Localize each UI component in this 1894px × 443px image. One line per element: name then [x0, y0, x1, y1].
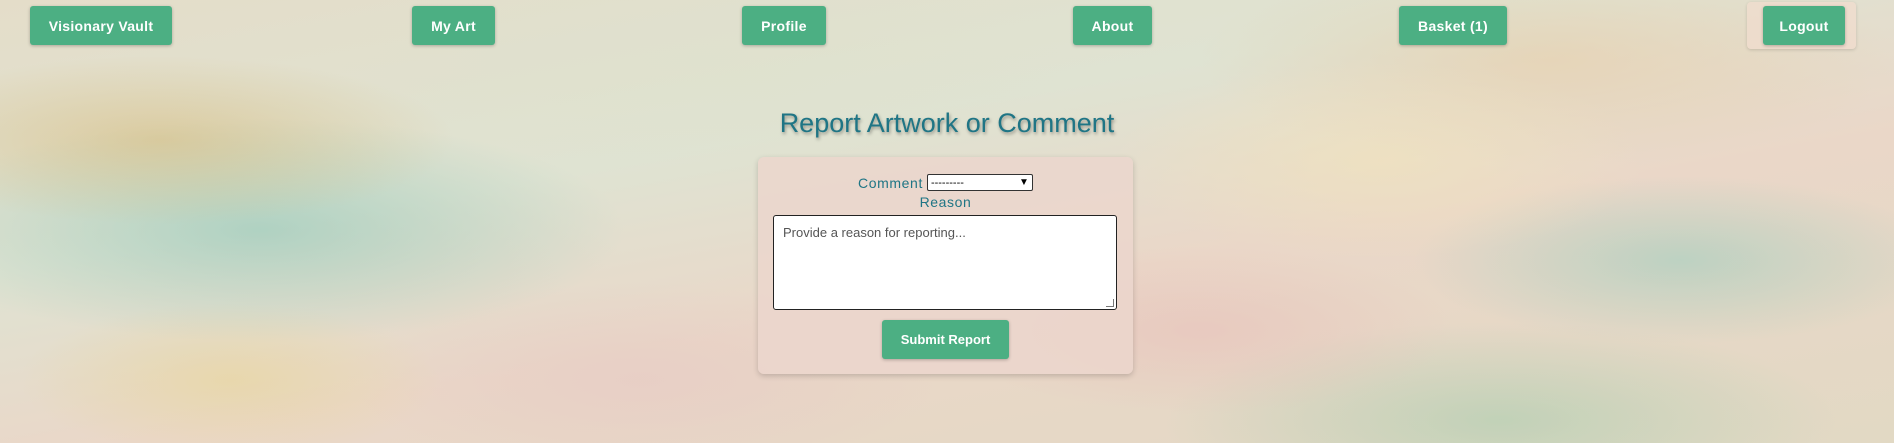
comment-select[interactable]: --------- ▼ [926, 174, 1033, 191]
nav-basket-button[interactable]: Basket (1) [1399, 6, 1507, 45]
reason-textarea[interactable]: Provide a reason for reporting... [773, 215, 1117, 310]
comment-label: Comment [858, 174, 923, 191]
comment-row: Comment --------- ▼ [758, 174, 1133, 191]
report-form-card: Comment --------- ▼ Reason Provide a rea… [758, 157, 1133, 374]
nav-brand-button[interactable]: Visionary Vault [30, 6, 172, 45]
nav-about-button[interactable]: About [1073, 6, 1152, 45]
nav-my-art-button[interactable]: My Art [412, 6, 495, 45]
reason-label: Reason [919, 194, 972, 210]
nav-profile-button[interactable]: Profile [742, 6, 826, 45]
logout-container: Logout [1747, 2, 1856, 49]
page-title: Report Artwork or Comment [779, 108, 1115, 138]
comment-select-value: --------- [930, 176, 964, 189]
reason-placeholder: Provide a reason for reporting... [783, 225, 966, 240]
chevron-down-icon: ▼ [1019, 177, 1029, 188]
resize-handle-icon[interactable] [1106, 299, 1114, 307]
submit-report-button[interactable]: Submit Report [882, 320, 1009, 359]
logout-button[interactable]: Logout [1763, 6, 1845, 45]
